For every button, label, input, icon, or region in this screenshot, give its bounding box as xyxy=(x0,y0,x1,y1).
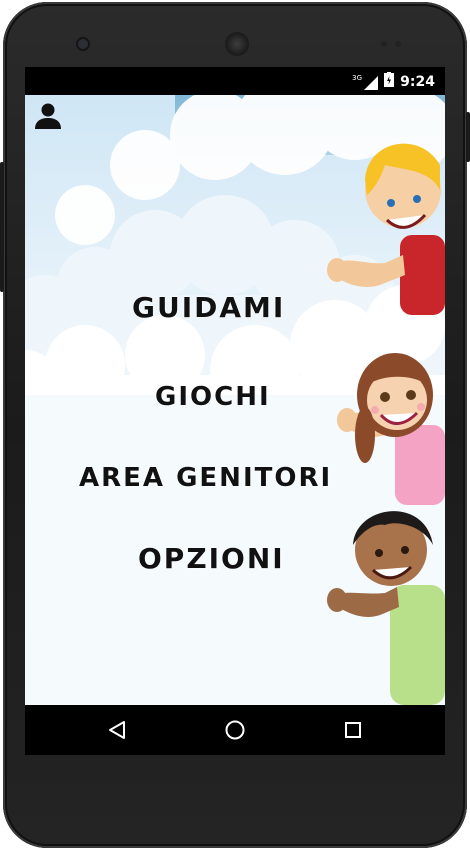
earpiece-speaker xyxy=(225,32,249,56)
app-main-screen: GUIDAMI GIOCHI AREA GENITORI OPZIONI xyxy=(25,95,445,705)
signal-icon: 3G xyxy=(352,74,379,90)
device-screen: 3G 9:24 GUIDAMI GIOCHI AREA GENITORI OPZ… xyxy=(25,67,445,755)
power-button xyxy=(0,162,4,292)
back-icon[interactable] xyxy=(102,715,132,745)
status-bar: 3G 9:24 xyxy=(25,67,445,95)
network-type-label: 3G xyxy=(352,73,363,82)
status-icons: 3G 9:24 xyxy=(352,72,435,91)
light-sensor xyxy=(395,41,401,47)
front-camera xyxy=(78,39,88,49)
menu-item-opzioni[interactable]: OPZIONI xyxy=(138,542,285,575)
volume-button xyxy=(466,112,470,162)
clock: 9:24 xyxy=(400,73,435,90)
home-icon[interactable] xyxy=(220,715,250,745)
navigation-bar xyxy=(25,705,445,755)
recents-icon[interactable] xyxy=(338,715,368,745)
battery-icon xyxy=(384,72,395,91)
menu-item-giochi[interactable]: GIOCHI xyxy=(155,382,271,412)
menu-item-guidami[interactable]: GUIDAMI xyxy=(132,291,285,324)
main-menu: GUIDAMI GIOCHI AREA GENITORI OPZIONI xyxy=(25,95,445,705)
menu-item-area-genitori[interactable]: AREA GENITORI xyxy=(79,463,332,493)
proximity-sensor xyxy=(381,41,387,47)
